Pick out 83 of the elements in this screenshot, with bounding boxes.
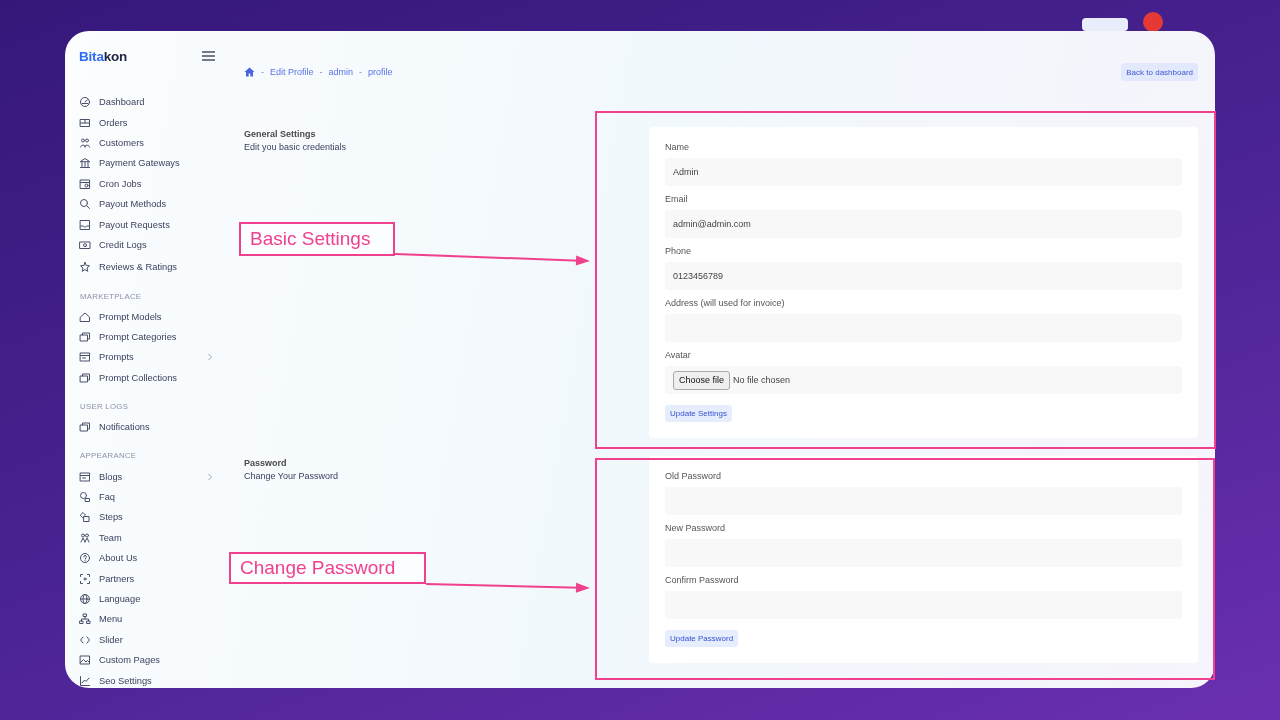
sidebar-item[interactable]: Prompt Categories: [79, 326, 213, 348]
back-to-dashboard-button[interactable]: Back to dashboard: [1121, 63, 1198, 81]
header-button[interactable]: [1082, 18, 1128, 31]
section-subtitle: Change Your Password: [244, 471, 340, 481]
sidebar-item[interactable]: Credit Logs: [79, 234, 213, 256]
globe-icon: [79, 593, 91, 605]
sidebar-item[interactable]: About Us: [79, 548, 213, 569]
breadcrumb-separator: -: [319, 67, 323, 77]
breadcrumb-separator: -: [359, 67, 363, 77]
sitemap-icon: [79, 613, 91, 626]
file-field[interactable]: Choose file No file chosen: [665, 366, 1182, 394]
sidebar-item[interactable]: Payout Methods: [79, 193, 213, 215]
sidebar-item[interactable]: Reviews & Ratings: [79, 257, 213, 278]
people-icon: [79, 136, 91, 149]
sidebar-item[interactable]: Notifications: [79, 417, 213, 438]
sidebar-item[interactable]: Seo Settings: [79, 670, 213, 688]
calendar-icon: [79, 177, 91, 190]
window-icon: [79, 351, 91, 364]
breadcrumb-link[interactable]: admin: [328, 67, 354, 77]
section-subtitle: Edit you basic credentials: [244, 142, 348, 152]
breadcrumb-link[interactable]: profile: [368, 67, 393, 77]
section-title: General Settings: [244, 129, 317, 139]
gauge-icon: [79, 96, 91, 109]
sidebar-item[interactable]: Orders: [79, 112, 213, 133]
layers-icon: [79, 331, 91, 344]
star-icon: [79, 261, 91, 274]
chart-icon: [79, 674, 91, 687]
avatar-circle[interactable]: [1143, 12, 1163, 32]
sidebar-item[interactable]: Prompts: [79, 347, 213, 368]
sidebar-item[interactable]: Menu: [79, 609, 213, 630]
sidebar-item[interactable]: Language: [79, 588, 213, 610]
box-icon: [79, 116, 91, 129]
help-icon: [79, 552, 91, 565]
submit-button[interactable]: Update Settings: [665, 405, 732, 422]
field-label: Email: [665, 194, 689, 205]
sidebar-item[interactable]: Steps: [79, 507, 213, 528]
people-icon: [79, 531, 91, 544]
field-label: Phone: [665, 246, 693, 257]
chat-icon: [79, 491, 91, 504]
file-status-text: No file chosen: [733, 375, 791, 385]
field-label: Avatar: [665, 350, 692, 361]
sidebar-item[interactable]: Payment Gateways: [79, 153, 213, 174]
callout-label: Basic Settings: [239, 222, 395, 256]
focus-dots-icon: [79, 572, 91, 585]
callout-label: Change Password: [229, 552, 426, 584]
layers-icon: [79, 421, 91, 434]
sidebar-item[interactable]: Faq: [79, 486, 213, 508]
sidebar-item[interactable]: Cron Jobs: [79, 173, 213, 194]
menu-icon[interactable]: [202, 51, 215, 61]
image-icon: [79, 654, 91, 667]
layers-icon: [79, 371, 91, 384]
sidebar-item[interactable]: Customers: [79, 132, 213, 154]
breadcrumb-separator: -: [261, 67, 264, 77]
input-field[interactable]: 0123456789: [665, 262, 1182, 290]
submit-button[interactable]: Update Password: [665, 630, 739, 647]
sidebar-item[interactable]: Prompt Models: [79, 306, 213, 327]
brand-logo: Bitakon: [79, 48, 128, 64]
breadcrumb-link[interactable]: Edit Profile: [270, 67, 314, 77]
input-field[interactable]: admin@admin.com: [665, 210, 1182, 238]
choose-file-button[interactable]: Choose file: [673, 370, 731, 390]
field-label: Name: [665, 142, 690, 153]
sidebar-item[interactable]: Prompt Collections: [79, 367, 213, 389]
sidebar-item[interactable]: Team: [79, 527, 213, 549]
bank-icon: [79, 157, 91, 170]
field-label: Old Password: [665, 471, 723, 482]
sidebar-item[interactable]: Blogs: [79, 466, 213, 487]
card-icon: [79, 238, 91, 251]
section-title: Password: [244, 458, 288, 468]
field-label: Address (will used for invoice): [665, 298, 786, 309]
sidebar-item[interactable]: Payout Requests: [79, 214, 213, 235]
window-icon: [79, 470, 91, 483]
input-field[interactable]: Admin: [665, 158, 1182, 186]
sidebar-item[interactable]: Dashboard: [79, 92, 213, 113]
sidebar-item[interactable]: Partners: [79, 568, 213, 589]
home-icon[interactable]: [244, 67, 255, 77]
field-label: Confirm Password: [665, 575, 740, 586]
shapes-icon: [79, 511, 91, 524]
sidebar-item[interactable]: Custom Pages: [79, 650, 213, 671]
sidebar-item[interactable]: Slider: [79, 629, 213, 650]
field-label: New Password: [665, 523, 727, 534]
tray-icon: [79, 218, 91, 231]
house-icon: [79, 310, 91, 323]
search-icon: [79, 198, 91, 211]
